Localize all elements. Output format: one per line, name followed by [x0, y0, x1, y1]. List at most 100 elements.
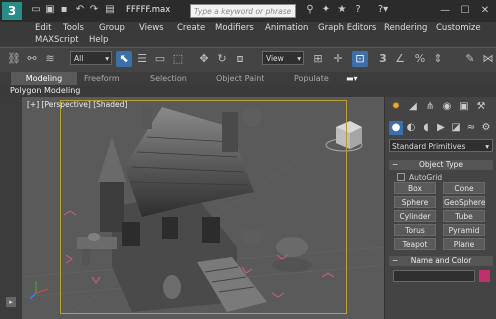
viewport-label[interactable]: [+] [Perspective] [Shaded] — [27, 100, 127, 109]
search-input[interactable]: Type a keyword or phrase — [190, 4, 296, 18]
object-type-rollout-header[interactable]: − Object Type — [389, 160, 493, 170]
object-color-swatch[interactable] — [479, 270, 490, 282]
teapot-button[interactable]: Teapot — [394, 238, 436, 250]
select-manipulate-icon[interactable]: ✛ — [330, 51, 346, 67]
move-icon[interactable]: ✥ — [196, 51, 212, 67]
display-panel-icon[interactable]: ▣ — [457, 100, 471, 114]
help-dropdown-icon[interactable]: ?▾ — [372, 4, 394, 16]
reference-coordinate-value: View — [266, 54, 284, 63]
menu-views[interactable]: Views — [139, 23, 164, 33]
create-panel-icon[interactable]: ✹ — [389, 100, 403, 114]
select-object-icon[interactable]: ⬉ — [116, 51, 132, 67]
motion-panel-icon[interactable]: ◉ — [440, 100, 454, 114]
snaps-toggle-icon[interactable]: 3 — [376, 51, 390, 67]
object-type-title: Object Type — [418, 160, 464, 169]
rotate-icon[interactable]: ↻ — [214, 51, 230, 67]
binoculars-icon[interactable]: ⚲ — [304, 4, 316, 16]
geosphere-button[interactable]: GeoSphere — [443, 196, 485, 208]
menu-customize[interactable]: Customize — [436, 23, 481, 33]
menu-create[interactable]: Create — [177, 23, 205, 33]
tab-object-paint[interactable]: Object Paint — [216, 72, 264, 85]
redo-icon[interactable]: ↷ — [88, 4, 100, 16]
selection-filter-value: All — [74, 54, 84, 63]
save-file-icon[interactable]: ▪ — [58, 4, 70, 16]
rectangular-selection-icon[interactable]: ▭ — [152, 51, 168, 67]
link-icon[interactable]: ⛓ — [6, 51, 22, 67]
name-and-color-title: Name and Color — [410, 256, 472, 265]
tab-freeform[interactable]: Freeform — [84, 72, 120, 85]
menu-edit[interactable]: Edit — [35, 23, 51, 33]
reference-coordinate-dropdown[interactable]: View ▾ — [262, 51, 304, 65]
modify-panel-icon[interactable]: ◢ — [406, 100, 420, 114]
menu-group[interactable]: Group — [99, 23, 125, 33]
chevron-down-icon: ▾ — [485, 142, 489, 151]
polygon-modeling-label[interactable]: Polygon Modeling — [10, 86, 80, 95]
menu-maxscript[interactable]: MAXScript — [35, 35, 79, 45]
space-warps-icon[interactable]: ≈ — [464, 121, 478, 135]
object-name-input[interactable] — [393, 270, 475, 282]
pyramid-button[interactable]: Pyramid — [443, 224, 485, 236]
chevron-down-icon: ▾ — [105, 54, 109, 63]
helpers-icon[interactable]: ◪ — [449, 121, 463, 135]
autogrid-checkbox[interactable] — [397, 173, 405, 181]
menu-animation[interactable]: Animation — [265, 23, 308, 33]
autogrid-label: AutoGrid — [409, 173, 443, 182]
menu-modifiers[interactable]: Modifiers — [215, 23, 254, 33]
menu-tools[interactable]: Tools — [63, 23, 84, 33]
menu-bar: Edit Tools Group Views Create Modifiers … — [0, 22, 496, 46]
primitive-category-dropdown[interactable]: Standard Primitives ▾ — [389, 139, 493, 152]
sphere-button[interactable]: Sphere — [394, 196, 436, 208]
cone-button[interactable]: Cone — [443, 182, 485, 194]
help-icon[interactable]: ? — [352, 4, 364, 16]
communication-center-icon[interactable]: ✦ — [320, 4, 332, 16]
open-file-icon[interactable]: ▣ — [44, 4, 56, 16]
name-and-color-rollout-header[interactable]: − Name and Color — [389, 256, 493, 266]
window-crossing-icon[interactable]: ⬚ — [170, 51, 186, 67]
scale-icon[interactable]: ⧈ — [232, 51, 248, 67]
geometry-icon[interactable]: ● — [389, 121, 403, 135]
tube-button[interactable]: Tube — [443, 210, 485, 222]
primitive-category-value: Standard Primitives — [392, 142, 466, 151]
tab-populate[interactable]: Populate — [294, 72, 329, 85]
systems-icon[interactable]: ⚙ — [479, 121, 493, 135]
menu-graph-editors[interactable]: Graph Editors — [318, 23, 376, 33]
project-folder-icon[interactable]: ▤ — [104, 4, 116, 16]
torus-button[interactable]: Torus — [394, 224, 436, 236]
menu-rendering[interactable]: Rendering — [384, 23, 427, 33]
undo-icon[interactable]: ↶ — [74, 4, 86, 16]
close-button[interactable]: ✕ — [476, 3, 494, 18]
unlink-icon[interactable]: ⚯ — [24, 51, 40, 67]
selection-filter-dropdown[interactable]: All ▾ — [70, 51, 112, 65]
hierarchy-panel-icon[interactable]: ⋔ — [423, 100, 437, 114]
maximize-button[interactable]: ☐ — [456, 3, 474, 18]
minimize-button[interactable]: — — [436, 3, 454, 18]
safe-frame-border — [60, 100, 347, 314]
cylinder-button[interactable]: Cylinder — [394, 210, 436, 222]
new-file-icon[interactable]: ▭ — [30, 4, 42, 16]
lights-icon[interactable]: ◖ — [419, 121, 433, 135]
spinner-snap-icon[interactable]: ⇕ — [430, 51, 446, 67]
ribbon-tabs: Modeling Freeform Selection Object Paint… — [0, 72, 496, 85]
tab-selection[interactable]: Selection — [150, 72, 187, 85]
cameras-icon[interactable]: ▶ — [434, 121, 448, 135]
menu-help[interactable]: Help — [89, 35, 108, 45]
plane-button[interactable]: Plane — [443, 238, 485, 250]
file-title: FFFFF.max — [126, 5, 171, 15]
select-by-name-icon[interactable]: ☰ — [134, 51, 150, 67]
tab-modeling[interactable]: Modeling — [11, 72, 77, 85]
app-logo[interactable]: 3 — [2, 2, 22, 20]
percent-snap-icon[interactable]: % — [412, 51, 428, 67]
mirror-icon[interactable]: ⋈ — [480, 51, 496, 67]
angle-snap-icon[interactable]: ∠ — [392, 51, 408, 67]
play-icon[interactable]: ▸ — [6, 297, 16, 307]
keyboard-shortcut-override-icon[interactable]: ⊡ — [352, 51, 368, 67]
ribbon-options-icon[interactable]: ▬▾ — [346, 72, 358, 85]
favorites-icon[interactable]: ★ — [336, 4, 348, 16]
edit-named-selection-icon[interactable]: ✎ — [462, 51, 478, 67]
box-button[interactable]: Box — [394, 182, 436, 194]
pivot-center-icon[interactable]: ⊞ — [310, 51, 326, 67]
polygon-modeling-bar: Polygon Modeling — [0, 85, 496, 97]
shapes-icon[interactable]: ◐ — [404, 121, 418, 135]
bind-space-warp-icon[interactable]: ≋ — [42, 51, 58, 67]
utilities-panel-icon[interactable]: ⚒ — [474, 100, 488, 114]
